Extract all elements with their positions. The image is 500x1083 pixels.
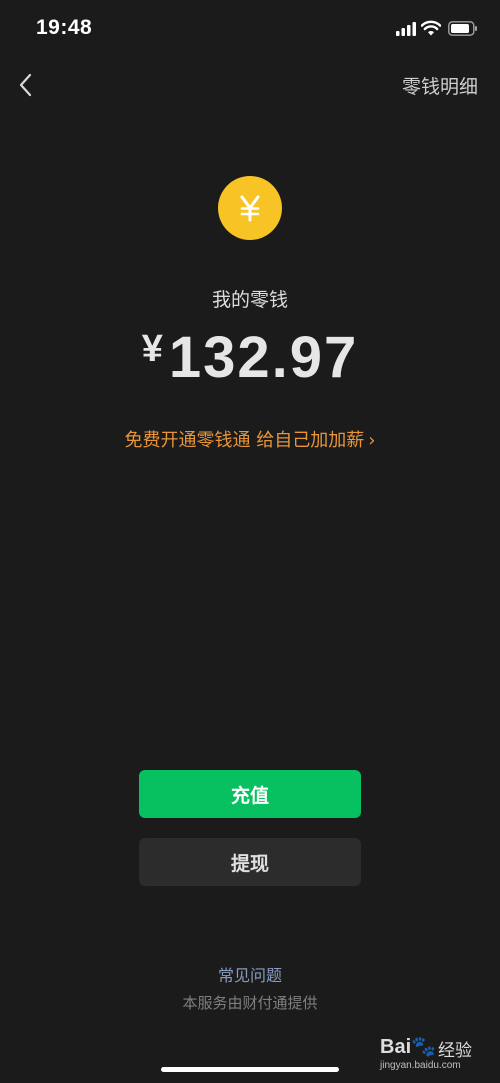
provider-text: 本服务由财付通提供 [182, 994, 318, 1012]
promo-link[interactable]: 免费开通零钱通 给自己加加薪 › [0, 426, 500, 452]
yuan-coin-icon [218, 176, 282, 240]
recharge-button[interactable]: 充值 [139, 770, 361, 818]
status-bar: 19:48 [0, 0, 500, 60]
chevron-left-icon[interactable] [12, 70, 42, 100]
battery-icon [448, 21, 477, 36]
wallet-screen: 19:48 零钱明细 我的零钱 ¥ 132.97 免费开通零钱通 给自己加加薪 … [0, 0, 500, 1083]
withdraw-button[interactable]: 提现 [139, 838, 361, 886]
amount-value: 132.97 [168, 325, 359, 390]
navigation-bar: 零钱明细 [0, 62, 500, 108]
watermark-text: 经验 [438, 1041, 472, 1061]
status-time: 19:48 [36, 16, 93, 39]
promo-text: 免费开通零钱通 给自己加加薪 [124, 430, 365, 451]
currency-symbol: ¥ [141, 328, 163, 370]
faq-link[interactable]: 常见问题 [0, 962, 500, 986]
watermark-url: jingyan.baidu.com [380, 1060, 461, 1071]
chevron-right-icon: › [368, 430, 376, 451]
balance-details-link[interactable]: 零钱明细 [402, 72, 478, 99]
yuan-symbol-icon [240, 195, 260, 222]
balance-title: 我的零钱 [211, 289, 288, 311]
cellular-signal-icon [396, 22, 416, 36]
wifi-icon [421, 20, 441, 36]
watermark-logo: Bai🐾 [380, 1036, 437, 1058]
baidu-jingyan-watermark: Bai🐾 经验 jingyan.baidu.com [380, 1030, 480, 1076]
home-indicator[interactable] [161, 1067, 339, 1072]
balance-amount: ¥132.97 [0, 324, 500, 391]
